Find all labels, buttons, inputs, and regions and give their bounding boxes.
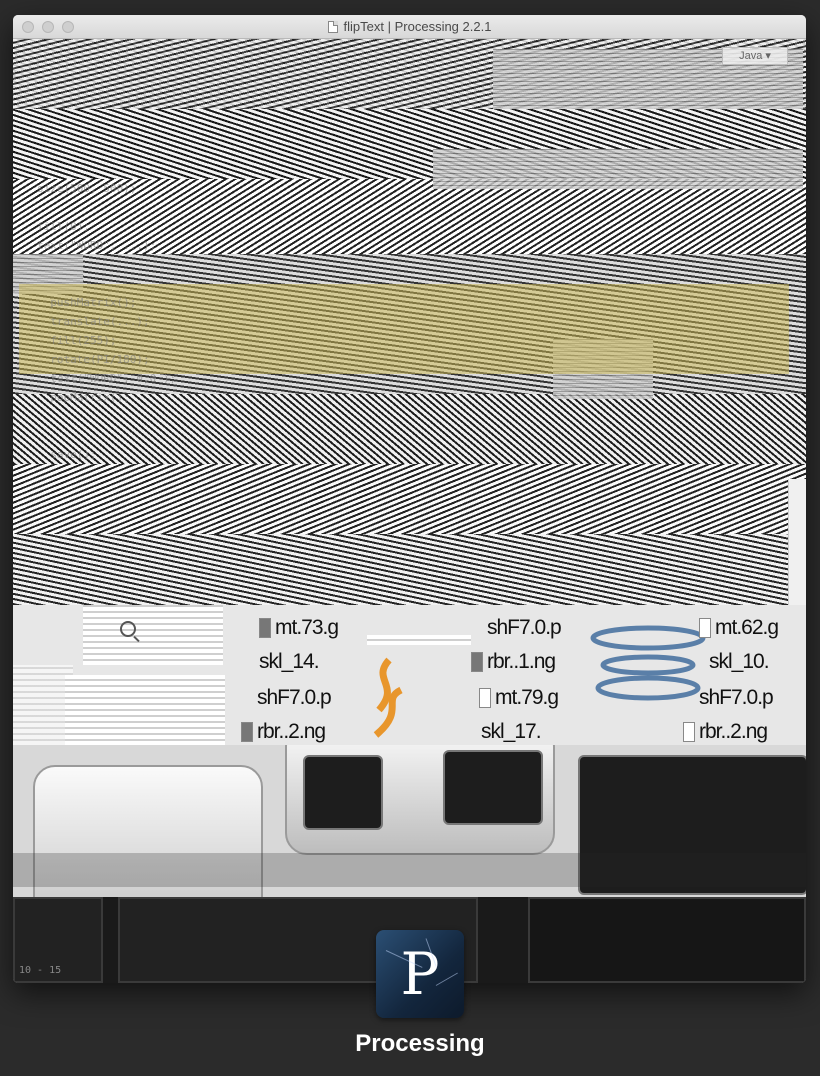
file-icon xyxy=(259,618,271,638)
code-line: save(); xyxy=(37,448,97,461)
file-item[interactable]: skl_14. xyxy=(259,647,320,677)
code-line: rotate(PI/180); xyxy=(37,353,150,366)
glitch-band xyxy=(13,534,806,605)
mode-selector[interactable]: Java ▾ xyxy=(722,47,788,65)
file-name: mt.79.g xyxy=(495,686,559,709)
app-icon-glyph: P xyxy=(400,940,440,1008)
processing-app-icon[interactable]: P xyxy=(376,930,464,1018)
file-name: skl_14. xyxy=(259,650,320,673)
close-button[interactable] xyxy=(22,21,34,33)
code-line: pushMatrix(); xyxy=(37,296,137,309)
file-icon xyxy=(699,618,711,638)
file-item[interactable]: mt.73.g xyxy=(259,613,339,643)
file-name: rbr..2.ng xyxy=(257,720,326,743)
file-item[interactable]: mt.79.g xyxy=(479,683,559,713)
processing-window: flipText | Processing 2.2.1 Java ▾ size(… xyxy=(13,15,806,983)
file-name: shF7.0.p xyxy=(487,616,562,639)
file-item[interactable]: rbr..1.ng xyxy=(471,647,556,677)
file-item[interactable]: shF7.0.p xyxy=(487,613,562,643)
java-logo-icon xyxy=(373,657,403,738)
file-name: rbr..1.ng xyxy=(487,650,556,673)
window-title: flipText | Processing 2.2.1 xyxy=(343,19,492,34)
file-item[interactable]: skl_17. xyxy=(481,717,542,745)
file-name: rbr..2.ng xyxy=(699,720,768,743)
file-item[interactable]: shF7.0.p xyxy=(257,683,332,713)
glitch-bar xyxy=(13,853,806,887)
code-line: text("WORD", ...); xyxy=(37,239,157,252)
file-name: skl_10. xyxy=(709,650,770,673)
title-bar[interactable]: flipText | Processing 2.2.1 xyxy=(13,15,806,39)
file-icon xyxy=(241,722,253,742)
glitch-stripes xyxy=(83,605,223,665)
file-item[interactable]: shF7.0.p xyxy=(699,683,774,713)
file-name: mt.62.g xyxy=(715,616,779,639)
glitch-block xyxy=(433,149,803,189)
code-line: text("WORD", 0,0 ); xyxy=(37,372,177,385)
file-name: mt.73.g xyxy=(275,616,339,639)
glitch-stripes xyxy=(13,665,73,745)
file-name: shF7.0.p xyxy=(699,686,774,709)
file-item[interactable]: skl_10. xyxy=(709,647,770,677)
minimize-button[interactable] xyxy=(42,21,54,33)
screen-thumbnail xyxy=(303,755,383,830)
file-item[interactable]: mt.62.g xyxy=(699,613,779,643)
code-line: fill(255); xyxy=(37,334,117,347)
console-panel xyxy=(528,897,806,983)
editor-scrollbar[interactable] xyxy=(788,479,806,605)
glitch-band xyxy=(13,464,806,534)
code-editor[interactable]: size(500, 500); fill(0); text("WORD", ...… xyxy=(37,179,176,464)
document-icon xyxy=(327,20,338,33)
java-cup-icon xyxy=(590,625,706,701)
glitched-editor-area: Java ▾ size(500, 500); fill(0); text("WOR… xyxy=(13,39,806,605)
screen-thumbnail xyxy=(443,750,543,825)
file-icon xyxy=(479,688,491,708)
window-controls xyxy=(22,21,74,33)
zoom-button[interactable] xyxy=(62,21,74,33)
search-icon[interactable] xyxy=(120,621,136,637)
file-item[interactable]: rbr..2.ng xyxy=(683,717,768,745)
file-icon xyxy=(683,722,695,742)
line-status: 10 - 15 xyxy=(19,965,62,976)
glitch-stripes xyxy=(65,675,225,745)
file-item[interactable]: rbr..2.ng xyxy=(241,717,326,745)
app-name-label: Processing xyxy=(355,1030,485,1057)
code-line: size(500, 500); xyxy=(37,182,137,195)
file-name: shF7.0.p xyxy=(257,686,332,709)
glitch-stripes xyxy=(367,635,471,645)
file-icon xyxy=(471,652,483,672)
code-line: translate(...); xyxy=(37,315,150,328)
code-line: popMatrix(); xyxy=(37,391,130,404)
file-name: skl_17. xyxy=(481,720,542,743)
code-line: fill(0); xyxy=(37,220,90,233)
thumbnail-strip: mt.73.g skl_14. shF7.0.p rbr..1.ng mt.62.g sk… xyxy=(13,605,806,745)
